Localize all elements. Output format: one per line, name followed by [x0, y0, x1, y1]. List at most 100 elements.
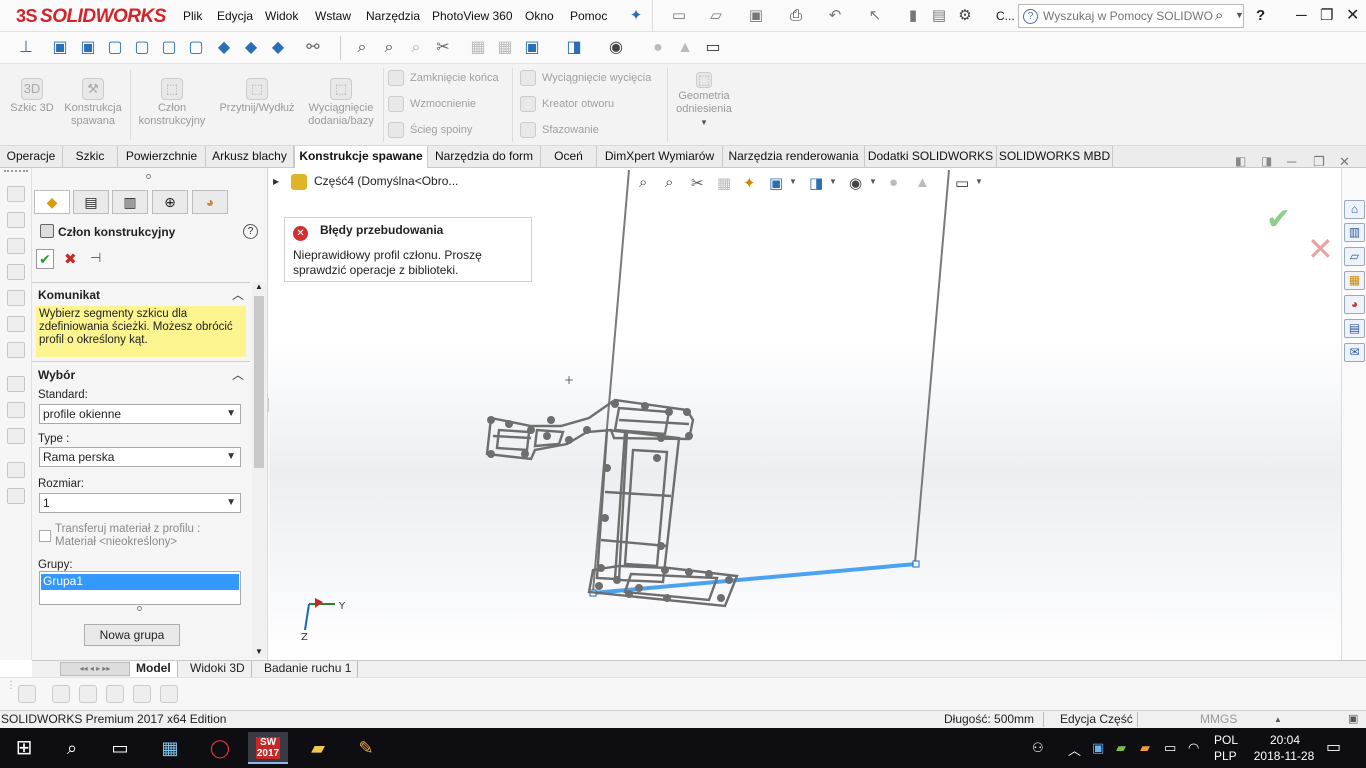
sketch-tool-icon[interactable] — [106, 685, 124, 703]
chevron-down-icon[interactable]: ▼ — [829, 177, 837, 186]
menu-help[interactable]: Pomoc — [570, 9, 607, 23]
normal-to-icon[interactable]: ⊥ — [16, 38, 36, 58]
paint-app-icon[interactable]: ✎ — [346, 732, 386, 764]
doc-restore-icon[interactable]: ❐ — [1313, 154, 1325, 170]
feature-manager-tab-icon[interactable]: ◆ — [34, 190, 70, 214]
sketch-tool-icon[interactable] — [79, 685, 97, 703]
tab-sketch[interactable]: Szkic — [63, 146, 118, 168]
people-icon[interactable]: ⚇ — [1032, 740, 1044, 756]
sketch-tool-icon[interactable] — [7, 488, 25, 504]
hide-show-icon[interactable]: ◉ — [606, 38, 626, 58]
chevron-down-icon[interactable]: ▼ — [975, 177, 983, 186]
menu-window[interactable]: Okno — [525, 9, 554, 23]
design-library-icon[interactable]: ▥ — [1344, 223, 1365, 242]
ok-check-icon[interactable]: ✔ — [36, 249, 54, 269]
scene-icon[interactable]: ▲ — [675, 38, 695, 58]
help-button[interactable]: ? — [1256, 7, 1265, 24]
view-bottom-icon[interactable]: ▢ — [186, 38, 206, 58]
sketch-tool-icon[interactable] — [7, 316, 25, 332]
menu-file[interactable]: Plik — [183, 9, 202, 23]
new-document-icon[interactable]: ▭ — [670, 7, 688, 25]
sketch-tool-icon[interactable] — [7, 402, 25, 418]
view-palette-icon[interactable]: ▦ — [1344, 271, 1365, 290]
close-icon[interactable]: ✕ — [1346, 5, 1359, 25]
sketch-tool-icon[interactable] — [7, 290, 25, 306]
minimize-icon[interactable]: ─ — [1296, 7, 1307, 24]
zoom-area-icon[interactable]: ⌕ — [665, 174, 673, 191]
property-manager-tab-icon[interactable]: ▤ — [73, 190, 109, 214]
truncated-menu[interactable]: C... — [996, 9, 1015, 23]
security-tray-icon[interactable]: ▣ — [1092, 740, 1104, 756]
pin-menu-icon[interactable]: ✦ — [627, 7, 645, 25]
menu-view[interactable]: Widok — [265, 9, 298, 23]
calculator-app-icon[interactable]: ▦ — [150, 732, 190, 764]
open-document-icon[interactable]: ▱ — [707, 7, 725, 25]
tab-dimxpert[interactable]: DimXpert Wymiarów — [597, 146, 723, 168]
unit-system[interactable]: MMGS — [1200, 711, 1237, 728]
notifications-icon[interactable]: ▭ — [1326, 737, 1341, 757]
pin-icon[interactable]: ⊣ — [90, 250, 101, 266]
tab-motion-study[interactable]: Badanie ruchu 1 — [258, 661, 359, 677]
sketch-line[interactable] — [592, 169, 630, 593]
display-style-icon[interactable]: ▣ — [522, 38, 542, 58]
tile-right-icon[interactable]: ◨ — [1261, 154, 1272, 168]
message-section-title[interactable]: Komunikat — [38, 288, 100, 302]
menu-tools[interactable]: Narzędzia — [366, 9, 420, 23]
input-language[interactable]: POL — [1214, 733, 1238, 747]
group-item[interactable]: Grupa1 — [41, 574, 239, 590]
view-settings-icon[interactable]: ▭ — [703, 38, 723, 58]
list-resize-handle[interactable] — [137, 606, 142, 611]
help-search-input[interactable] — [1043, 8, 1213, 24]
chevron-down-icon[interactable]: ▼ — [1235, 10, 1244, 20]
wifi-icon[interactable]: ◠ — [1188, 740, 1199, 756]
trim-extend-button[interactable]: ⬚ Przytnij/Wydłuż — [214, 78, 300, 115]
restore-icon[interactable]: ❐ — [1320, 6, 1333, 24]
forum-icon[interactable]: ✉ — [1344, 343, 1365, 362]
extruded-cut-button[interactable]: Wyciągnięcie wycięcia — [520, 70, 651, 86]
nvidia-tray-icon[interactable]: ▰ — [1116, 740, 1126, 756]
view-front-icon[interactable]: ▣ — [50, 38, 70, 58]
menu-photoview[interactable]: PhotoView 360 — [432, 9, 513, 23]
collapse-chevron-icon[interactable]: ︿ — [232, 366, 244, 383]
sketch-tool-icon[interactable] — [7, 376, 25, 392]
windows-start-icon[interactable]: ⊞ — [4, 732, 44, 764]
reference-geometry-button[interactable]: ⬚ Geometria odniesienia ▼ — [670, 72, 738, 129]
previous-view-icon[interactable]: ✂ — [691, 174, 704, 192]
selection-section-title[interactable]: Wybór — [38, 368, 75, 382]
splitter-handle[interactable] — [146, 174, 151, 179]
chamfer-button[interactable]: Sfazowanie — [520, 122, 599, 138]
tile-left-icon[interactable]: ◧ — [1235, 154, 1246, 168]
tab-features[interactable]: Operacje — [0, 146, 63, 168]
groups-list[interactable]: Grupa1 — [39, 571, 241, 605]
display-style-icon[interactable]: ◨ — [809, 174, 823, 192]
gusset-button[interactable]: Wzmocnienie — [388, 96, 476, 112]
keyboard-layout[interactable]: PLP — [1214, 749, 1237, 763]
solidworks-logo[interactable]: 3S SOLIDWORKS — [16, 6, 166, 28]
search-icon[interactable]: ⌕ — [52, 732, 92, 764]
shaded-icon[interactable]: ◨ — [564, 38, 584, 58]
tab-evaluate[interactable]: Oceń — [541, 146, 597, 168]
feature-tree-part[interactable]: Część4 (Domyślna<Obro... — [314, 174, 458, 188]
fillet-bead-button[interactable]: Ścieg spoiny — [388, 122, 472, 138]
standard-combo[interactable]: profile okienne ▼ — [39, 404, 241, 424]
sketch-tool-icon[interactable] — [7, 428, 25, 444]
sketch-tool-icon[interactable] — [52, 685, 70, 703]
dimxpert-manager-tab-icon[interactable]: ⊕ — [152, 190, 188, 214]
zoom-to-fit-icon[interactable]: ⌕ — [352, 38, 372, 58]
scene-icon[interactable]: ▲ — [915, 174, 930, 191]
menu-edit[interactable]: Edycja — [217, 9, 253, 23]
appearances-icon[interactable]: ◕ — [1344, 295, 1365, 314]
sketch-3d-button[interactable]: 3D Szkic 3D — [6, 78, 58, 115]
opera-app-icon[interactable]: ◯ — [200, 732, 240, 764]
undo-icon[interactable]: ↶ — [826, 7, 844, 25]
print-icon[interactable]: ⎙ — [787, 7, 805, 25]
type-combo[interactable]: Rama perska ▼ — [39, 447, 241, 467]
link-views-icon[interactable]: ⚯ — [303, 38, 323, 58]
view-right-icon[interactable]: ▢ — [132, 38, 152, 58]
save-icon[interactable]: ▣ — [747, 7, 765, 25]
show-hidden-icons-icon[interactable]: ︿ — [1068, 740, 1081, 759]
scroll-down-icon[interactable]: ▼ — [255, 647, 263, 656]
tab-render-tools[interactable]: Narzędzia renderowania — [723, 146, 865, 168]
confirm-ok-check-icon[interactable]: ✔ — [1266, 202, 1291, 237]
tray-app-icon[interactable]: ▭ — [1164, 740, 1176, 756]
